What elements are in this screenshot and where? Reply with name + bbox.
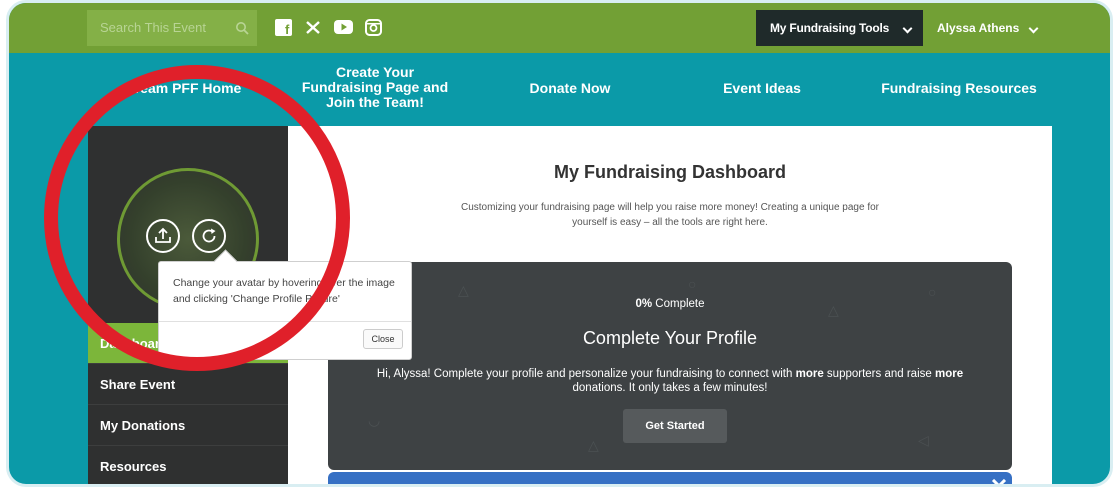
profile-progress-text: 0% Complete: [328, 298, 1012, 310]
svg-text:f: f: [285, 22, 290, 36]
social-links: f: [273, 17, 383, 37]
decor-shape: ◡: [368, 412, 381, 428]
search-placeholder: Search This Event: [100, 20, 206, 35]
chevron-down-icon: [902, 23, 913, 34]
youtube-icon[interactable]: [333, 17, 353, 37]
sidebar-item-resources[interactable]: Resources: [88, 446, 288, 484]
x-icon[interactable]: [303, 17, 323, 37]
my-fundraising-tools-button[interactable]: My Fundraising Tools: [756, 10, 923, 46]
nav-create-page[interactable]: Create Your Fundraising Page and Join th…: [295, 65, 455, 110]
annotation-circle: [44, 65, 350, 371]
instagram-icon[interactable]: [363, 17, 383, 37]
page-subtitle: Customizing your fundraising page will h…: [460, 202, 879, 228]
chevron-down-icon: [1028, 23, 1039, 34]
facebook-icon[interactable]: f: [273, 17, 293, 37]
nav-event-ideas[interactable]: Event Ideas: [707, 81, 817, 96]
search-icon[interactable]: [235, 21, 249, 35]
sidebar-item-my-donations[interactable]: My Donations: [88, 405, 288, 446]
profile-card-title: Complete Your Profile: [582, 328, 758, 348]
nav-fundraising-resources[interactable]: Fundraising Resources: [869, 81, 1049, 96]
profile-card-text: Hi, Alyssa! Complete your profile and pe…: [376, 368, 964, 394]
decor-shape: △: [458, 282, 469, 298]
nav-donate-now[interactable]: Donate Now: [515, 81, 625, 96]
profile-progress-label: Complete: [652, 298, 705, 310]
chevron-down-icon[interactable]: [991, 473, 1007, 484]
search-input[interactable]: Search This Event: [87, 10, 257, 46]
top-bar: Search This Event f My Fundraising Tools: [9, 3, 1110, 53]
user-menu-button[interactable]: Alyssa Athens: [924, 10, 1044, 46]
collapsed-panel: [328, 472, 1012, 484]
page-frame: Search This Event f My Fundraising Tools: [6, 0, 1113, 487]
decor-shape: ◁: [918, 432, 929, 448]
tools-label: My Fundraising Tools: [770, 21, 890, 35]
complete-profile-card: △ ○ △ ○ ◡ △ ◁ 0% Complete Complete Your …: [328, 262, 1012, 470]
page-title: My Fundraising Dashboard: [553, 162, 787, 182]
decor-shape: ○: [688, 276, 697, 292]
profile-progress-value: 0%: [635, 298, 653, 310]
decor-shape: △: [588, 437, 599, 453]
tooltip-close-button[interactable]: Close: [363, 329, 403, 349]
get-started-button[interactable]: Get Started: [623, 409, 727, 443]
user-name: Alyssa Athens: [937, 21, 1020, 35]
